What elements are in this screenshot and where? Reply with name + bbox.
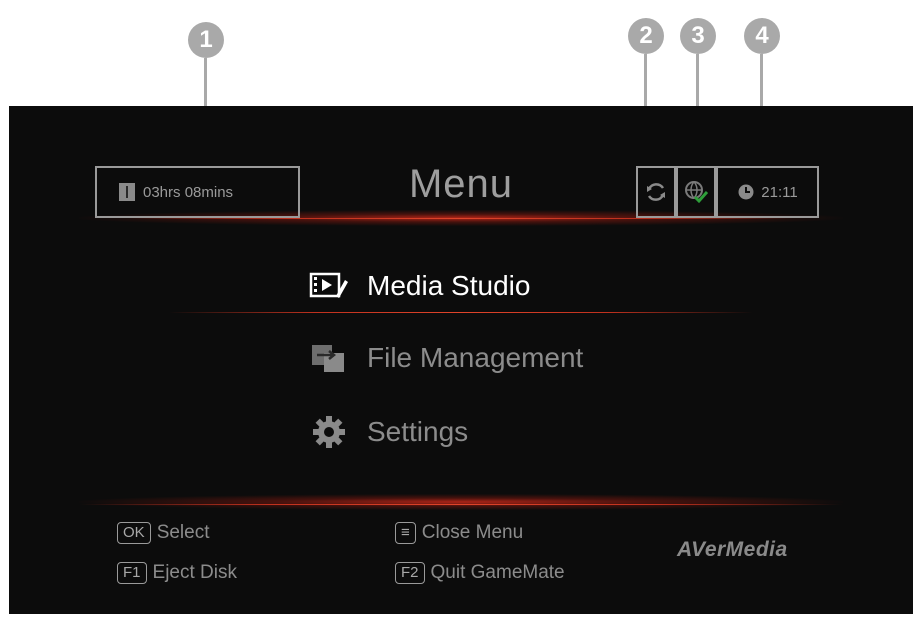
hint-label: Select <box>156 522 210 543</box>
clock-indicator: 21:11 <box>716 166 819 218</box>
f2-key: F2 <box>395 562 425 584</box>
menu-key: ≡ <box>395 522 416 544</box>
callout-4: 4 <box>744 18 780 54</box>
hint-label: Close Menu <box>421 522 524 543</box>
selection-underline <box>169 312 753 313</box>
hint-select: OK Select <box>117 522 210 544</box>
menu-item-label: Media Studio <box>367 270 531 301</box>
footer-divider <box>79 504 843 505</box>
header-divider <box>129 218 793 219</box>
menu-item-label: Settings <box>367 416 469 447</box>
clock-icon <box>738 184 754 200</box>
callout-3: 3 <box>680 18 716 54</box>
ok-key: OK <box>117 522 151 544</box>
hint-close-menu: ≡ Close Menu <box>395 522 523 544</box>
menu-item-settings[interactable]: Settings <box>309 410 468 454</box>
hint-label: Eject Disk <box>152 562 237 583</box>
hint-quit-gamemate: F2 Quit GameMate <box>395 562 565 584</box>
hint-label: Quit GameMate <box>430 562 565 583</box>
menu-item-file-management[interactable]: File Management <box>309 336 583 380</box>
clock-time: 21:11 <box>761 183 798 201</box>
footer-glow <box>79 494 843 510</box>
network-status <box>676 166 716 218</box>
f1-key: F1 <box>117 562 147 584</box>
file-management-icon <box>312 345 344 372</box>
menu-item-label: File Management <box>367 342 584 373</box>
manual-figure: 1 2 3 4 03hrs 08mins Menu 21:11 Media St… <box>0 0 920 620</box>
device-screen: 03hrs 08mins Menu 21:11 Media Studio Fil… <box>9 106 913 614</box>
callout-1: 1 <box>188 22 224 58</box>
settings-gear-icon <box>313 416 345 448</box>
brand-logo: AVerMedia <box>677 538 788 561</box>
callout-2: 2 <box>628 18 664 54</box>
hint-eject-disk: F1 Eject Disk <box>117 562 237 584</box>
sync-status <box>636 166 676 218</box>
menu-item-media-studio[interactable]: Media Studio <box>309 264 530 308</box>
media-studio-icon <box>309 272 348 298</box>
network-connected-icon <box>685 181 709 204</box>
sync-icon <box>647 183 665 201</box>
